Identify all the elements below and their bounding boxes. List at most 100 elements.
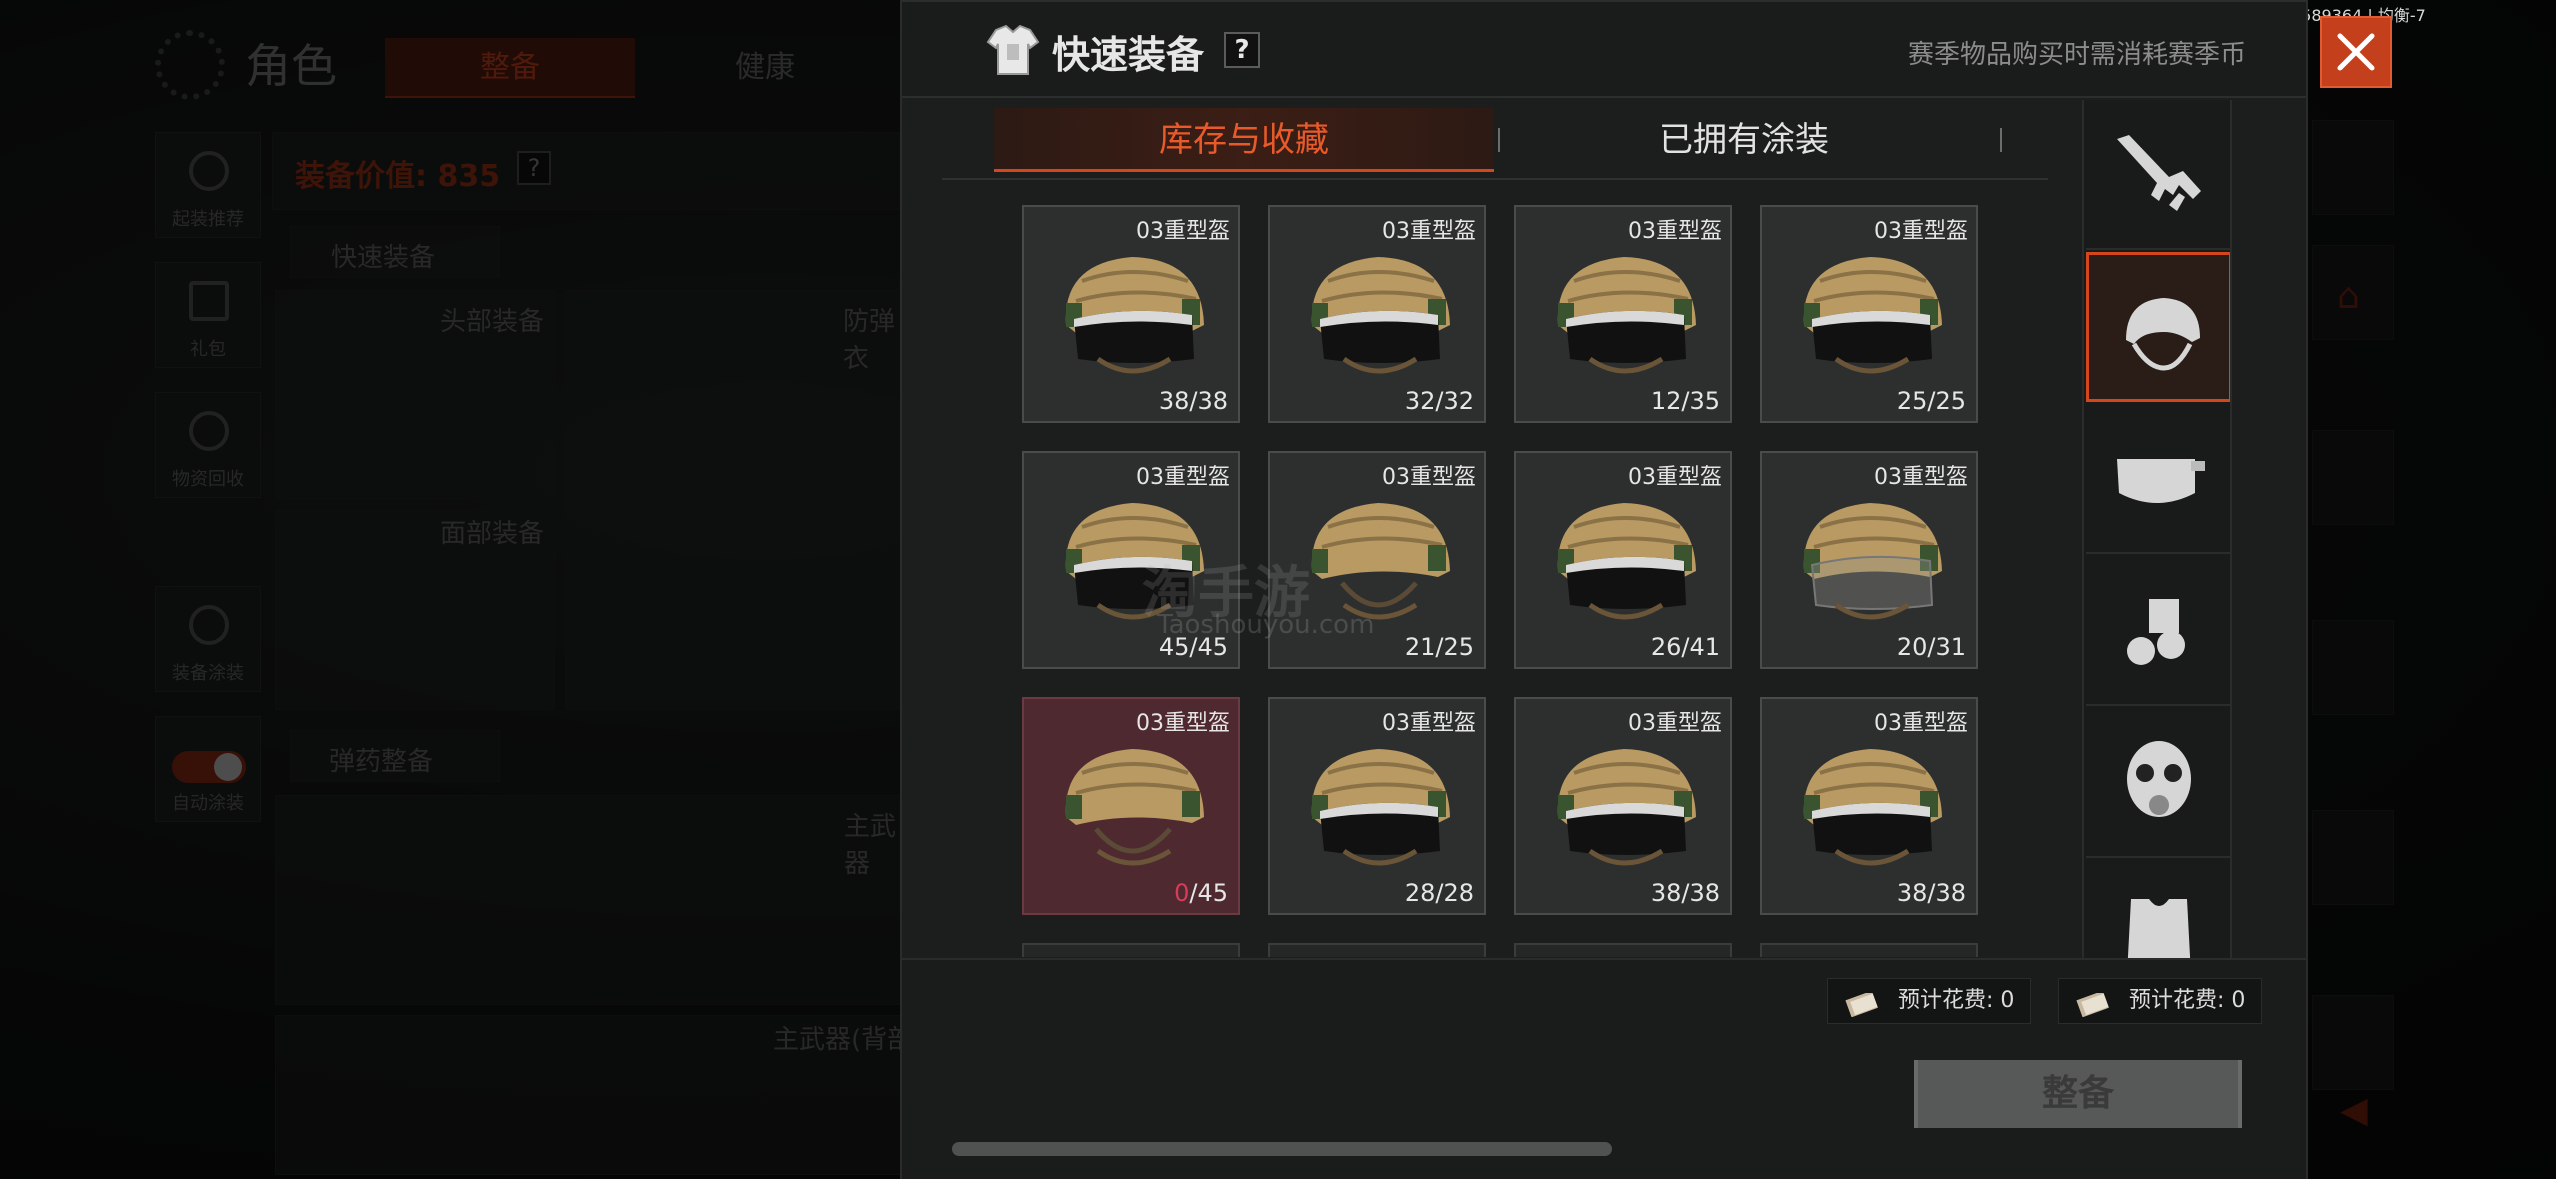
season-notice: 赛季物品购买时需消耗赛季币 [1907, 40, 2246, 70]
helmet-image [1803, 749, 1942, 866]
helmet-image [1065, 749, 1204, 866]
tab-inventory[interactable]: 库存与收藏 [994, 108, 1494, 172]
item-count: 12/35 [1650, 387, 1720, 415]
slot-armor[interactable]: 防弹衣 [565, 290, 905, 710]
horizontal-scrollbar[interactable] [952, 1142, 1612, 1156]
category-vest[interactable] [2086, 860, 2230, 960]
item-name: 03重型盔 [1874, 465, 1968, 490]
helmet-image [1311, 257, 1450, 374]
recommend-icon [189, 151, 229, 191]
item-card[interactable] [1760, 943, 1978, 957]
right-btn-rifle[interactable] [2312, 620, 2394, 715]
money-icon [1842, 989, 1882, 1018]
modal-title: 快速装备 [1052, 33, 1205, 77]
item-card[interactable]: 03重型盔 32/32 [1268, 205, 1486, 423]
side-btn-recommend[interactable]: 起装推荐 [155, 132, 261, 238]
side-btn-skin[interactable]: 装备涂装 [155, 586, 261, 692]
helmet-image [1311, 749, 1450, 866]
bg-ammo-btn[interactable]: 弹药整备 [290, 730, 500, 782]
helmet-image [1065, 257, 1204, 374]
bg-title: 角色 [245, 39, 337, 93]
side-btn-gift[interactable]: 礼包 [155, 262, 261, 368]
category-face[interactable] [2086, 404, 2230, 554]
money-icon [2073, 989, 2113, 1018]
side-btn-auto-skin[interactable]: 自动涂装 [155, 716, 261, 822]
modal-header: 快速装备 ? 赛季物品购买时需消耗赛季币 [902, 0, 2306, 98]
category-helmet[interactable] [2086, 252, 2230, 402]
slot-primary-back[interactable]: 主武器(背部) [275, 1015, 923, 1175]
skin-icon [189, 605, 229, 645]
close-button[interactable] [2320, 16, 2392, 88]
item-name: 03重型盔 [1874, 219, 1968, 244]
shirt-icon [986, 24, 1040, 75]
slot-head[interactable]: 头部装备 [275, 290, 555, 500]
cost-estimate-1: 预计花费: 0 [1827, 978, 2031, 1024]
tab-owned-skins[interactable]: 已拥有涂装 [1494, 108, 1994, 172]
item-count: 28/28 [1404, 879, 1474, 907]
category-nvg[interactable] [2086, 556, 2230, 706]
bg-tab-equip[interactable]: 整备 [385, 38, 635, 98]
helmet-image [1803, 257, 1942, 374]
item-name: 03重型盔 [1628, 219, 1722, 244]
item-name: 03重型盔 [1382, 711, 1476, 736]
item-count: 21/25 [1404, 633, 1474, 661]
slot-face[interactable]: 面部装备 [275, 510, 555, 710]
item-name: 03重型盔 [1382, 465, 1476, 490]
item-count: 25/25 [1896, 387, 1966, 415]
right-btn-settings[interactable] [2312, 120, 2394, 215]
right-btn-shirt[interactable] [2312, 430, 2394, 525]
recycle-icon [189, 411, 229, 451]
item-card[interactable] [1514, 943, 1732, 957]
equip-button[interactable]: 整备 [1914, 1060, 2242, 1128]
helmet-image [1803, 503, 1942, 620]
helmet-image [1557, 749, 1696, 866]
helmet-image [1557, 257, 1696, 374]
face-mask-icon [2117, 459, 2205, 503]
item-count: 38/38 [1650, 879, 1720, 907]
item-card[interactable]: 03重型盔 38/38 [1760, 697, 1978, 915]
cost-estimate-2: 预计花费: 0 [2058, 978, 2262, 1024]
game-screen: 角色 整备 健康 起装推荐 礼包 物资回收 装备涂装 自动涂装 装备价值: 83… [0, 0, 2556, 1179]
helmet-image [1557, 503, 1696, 620]
right-btn-box-2[interactable] [2312, 995, 2394, 1090]
item-card[interactable]: 03重型盔 38/38 [1022, 205, 1240, 423]
character-icon [155, 30, 225, 100]
right-btn-box[interactable] [2312, 810, 2394, 905]
collapse-arrow-icon[interactable]: ◀ [2340, 1090, 2368, 1131]
close-icon [2337, 33, 2375, 71]
item-card[interactable]: 03重型盔 28/28 [1268, 697, 1486, 915]
home-icon: ⌂ [2337, 276, 2360, 317]
bg-help-icon[interactable]: ? [517, 151, 551, 185]
gas-mask-icon [2127, 741, 2191, 817]
item-name: 03重型盔 [1628, 711, 1722, 736]
item-name: 03重型盔 [1874, 711, 1968, 736]
side-btn-recycle[interactable]: 物资回收 [155, 392, 261, 498]
slot-primary[interactable]: 主武器 [275, 795, 905, 1005]
item-card[interactable]: 03重型盔 26/41 [1514, 451, 1732, 669]
bg-quick-equip-btn[interactable]: 快速装备 [290, 226, 500, 278]
item-card[interactable] [1022, 943, 1240, 957]
category-rifle[interactable] [2086, 100, 2230, 250]
item-card[interactable]: 03重型盔 12/35 [1514, 205, 1732, 423]
item-name: 03重型盔 [1136, 711, 1230, 736]
watermark-url: Taoshouyou.com [1157, 610, 1375, 640]
item-name: 03重型盔 [1136, 219, 1230, 244]
right-btn-home[interactable]: ⌂ [2312, 245, 2394, 340]
item-card[interactable]: 03重型盔 0/45 [1022, 697, 1240, 915]
category-gasmask[interactable] [2086, 708, 2230, 858]
item-card[interactable]: 03重型盔 25/25 [1760, 205, 1978, 423]
bg-tab-health[interactable]: 健康 [640, 38, 890, 98]
helmet-icon [2126, 298, 2200, 371]
item-name: 03重型盔 [1136, 465, 1230, 490]
item-card[interactable]: 03重型盔 38/38 [1514, 697, 1732, 915]
category-column [2082, 100, 2232, 960]
modal-footer: 预计花费: 0 预计花费: 0 整备 [902, 958, 2306, 1179]
item-card[interactable] [1268, 943, 1486, 957]
help-icon[interactable]: ? [1224, 32, 1260, 68]
equip-value-bar: 装备价值: 835 ? [272, 132, 912, 210]
item-count: 26/41 [1650, 633, 1720, 661]
gift-icon [189, 281, 229, 321]
item-card[interactable]: 03重型盔 20/31 [1760, 451, 1978, 669]
night-vision-icon [2127, 599, 2185, 665]
rifle-icon [2117, 135, 2201, 211]
